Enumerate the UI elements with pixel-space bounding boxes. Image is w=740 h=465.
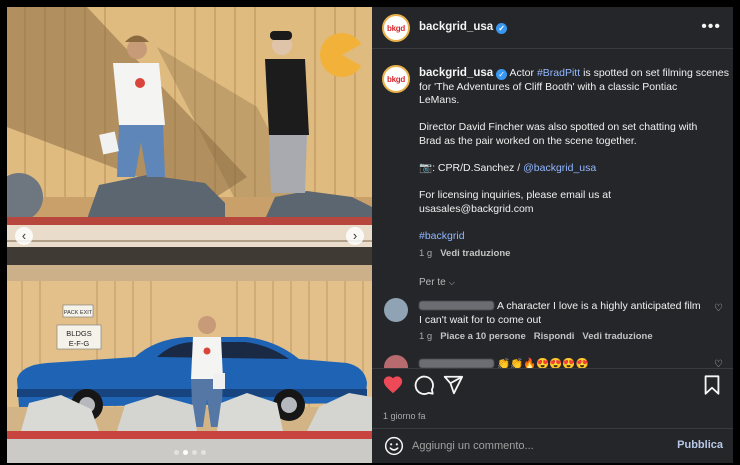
caption-text-1: Actor [509, 67, 535, 79]
caption-see-translation-link[interactable]: Vedi traduzione [440, 248, 510, 259]
post-actions-bar: 1 giorno fa [372, 368, 733, 428]
comment-like-heart-icon[interactable]: ♡ [714, 303, 723, 314]
caption-line-2: for 'The Adventures of Cliff Booth' with… [419, 80, 678, 93]
add-comment-bar: Pubblica [372, 428, 733, 463]
caption-credit-text: 📷: CPR/D.Sanchez / [419, 162, 521, 175]
post-header: bkgd backgrid_usa ✓ ••• [372, 7, 733, 49]
carousel-dot [191, 450, 197, 455]
carousel-dot [200, 450, 206, 455]
author-username[interactable]: backgrid_usa [419, 21, 493, 33]
caption-time: 1 g [419, 248, 433, 259]
share-send-icon[interactable] [442, 374, 464, 396]
verified-badge-icon: ✓ [496, 69, 508, 80]
avatar-logo-text: bkgd [387, 23, 405, 33]
chevron-right-icon: › [352, 228, 358, 243]
caption-username[interactable]: backgrid_usa [419, 67, 493, 79]
caption-mention-backgrid[interactable]: @backgrid_usa [523, 162, 596, 174]
comment-likes-count[interactable]: Piace a 10 persone [440, 331, 526, 342]
publish-button[interactable]: Pubblica [677, 439, 723, 451]
comment-text: 👏👏🔥😍😍😍😍 [419, 357, 707, 368]
add-comment-input[interactable] [412, 435, 662, 457]
author-avatar[interactable]: bkgd [382, 14, 410, 42]
caption-line-3: LeMans. [419, 94, 460, 107]
commenter-avatar[interactable] [384, 298, 408, 322]
comments-scroll-area[interactable]: bkgd backgrid_usa ✓ Actor #BradPitt is sp… [372, 50, 733, 368]
verified-badge-icon: ✓ [496, 23, 508, 34]
commenter-username-blurred[interactable] [419, 359, 494, 368]
commenter-username-blurred[interactable] [419, 301, 494, 310]
sign-line1-text: BLDGS [66, 329, 91, 338]
caption-line-7: For licensing inquiries, please email us… [419, 189, 612, 202]
chevron-left-icon: ‹ [21, 228, 27, 243]
caption-meta: 1 g Vedi traduzione [419, 248, 510, 259]
comment-bubble-icon[interactable] [413, 374, 435, 396]
comment-text-line1: A character I love is a highly anticipat… [497, 300, 701, 312]
comment-meta: 1 g Piace a 10 persone Rispondi Vedi traduz… [419, 331, 653, 342]
caption-line-8: usasales@backgrid.com [419, 202, 534, 215]
sign-top-text: PACK EXIT [64, 310, 93, 316]
post-caption: backgrid_usa ✓ Actor #BradPitt is spotted… [419, 67, 729, 244]
commenter-avatar[interactable] [384, 355, 408, 368]
chevron-down-icon: ⌵ [448, 278, 455, 287]
author-username-row: backgrid_usa ✓ [419, 21, 508, 34]
caption-credit-line: 📷: CPR/D.Sanchez / @backgrid_usa [419, 162, 719, 176]
sign-line2-text: E-F-G [69, 339, 90, 348]
caption-hashtag-backgrid[interactable]: #backgrid [419, 230, 719, 244]
avatar-logo-text: bkgd [387, 74, 405, 84]
caption-author-avatar[interactable]: bkgd [382, 65, 410, 93]
save-bookmark-icon[interactable] [701, 374, 723, 396]
caption-line-1: backgrid_usa ✓ Actor #BradPitt is spotted… [419, 67, 729, 81]
comment-time: 1 g [419, 331, 433, 342]
comment-text: A character I love is a highly anticipat… [419, 299, 707, 327]
like-heart-filled-icon[interactable] [382, 374, 404, 396]
post-modal: PACK EXIT BLDGS E-F-G ‹ › bkgd backgrid_… [7, 7, 733, 463]
post-side-panel: bkgd backgrid_usa ✓ ••• bkgd backgrid_usa… [372, 7, 733, 463]
comment-emoji-text: 👏👏🔥😍😍😍😍 [497, 358, 589, 368]
caption-text-2: is spotted on set filming scenes [583, 67, 729, 79]
carousel-dots [7, 450, 372, 455]
caption-line-4: Director David Fincher was also spotted … [419, 121, 698, 134]
carousel-dot [173, 450, 179, 455]
caption-hashtag-bradpitt[interactable]: #BradPitt [537, 67, 580, 79]
carousel-prev-button[interactable]: ‹ [15, 227, 33, 245]
photo-scene: PACK EXIT BLDGS E-F-G [7, 7, 372, 463]
post-timestamp: 1 giorno fa [383, 411, 426, 421]
per-te-label: Per te [419, 277, 446, 288]
comment-see-translation-link[interactable]: Vedi traduzione [582, 331, 652, 342]
carousel-next-button[interactable]: › [346, 227, 364, 245]
comment-text-line2: I can't wait for to come out [419, 314, 542, 326]
post-photo: PACK EXIT BLDGS E-F-G ‹ › [7, 7, 372, 463]
comment-reply-link[interactable]: Rispondi [534, 331, 575, 342]
carousel-dot-active [182, 450, 188, 455]
comment-like-heart-icon[interactable]: ♡ [714, 359, 723, 368]
per-te-filter[interactable]: Per te ⌵ [419, 277, 455, 288]
caption-line-5: Brad as the pair worked on the scene tog… [419, 134, 637, 147]
more-options-icon[interactable]: ••• [701, 18, 721, 36]
emoji-smile-icon[interactable] [384, 436, 404, 456]
